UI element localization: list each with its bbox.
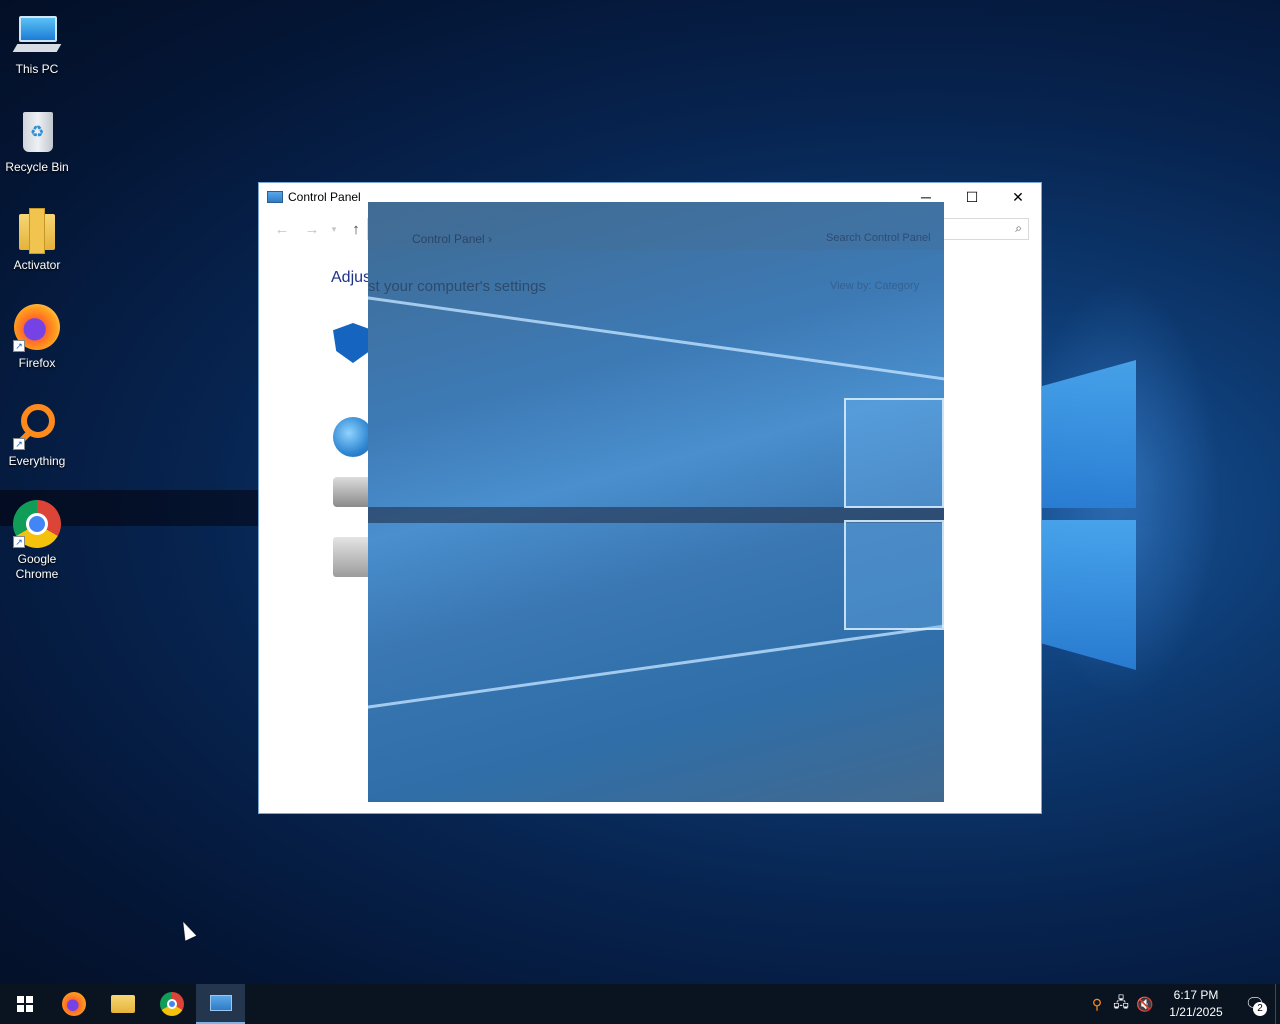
recycle-bin-icon bbox=[13, 108, 61, 156]
system-security-icon[interactable] bbox=[333, 323, 373, 363]
desktop-icon-label: Activator bbox=[13, 258, 61, 272]
desktop-icon-everything[interactable]: ↗ Everything bbox=[0, 398, 74, 496]
back-arrow-icon[interactable]: ← bbox=[267, 221, 297, 238]
shortcut-arrow-icon: ↗ bbox=[13, 438, 25, 450]
shortcut-arrow-icon: ↗ bbox=[13, 536, 25, 548]
page-title: Adjus bbox=[331, 269, 372, 286]
desktop-icon-recycle-bin[interactable]: Recycle Bin bbox=[0, 104, 74, 202]
everything-search-tray-icon[interactable]: ⚲ bbox=[1085, 996, 1109, 1013]
view-by-value: Category bbox=[874, 280, 920, 292]
hardware-sound-icon[interactable] bbox=[333, 477, 373, 507]
chrome-icon: ↗ bbox=[13, 500, 61, 548]
network-internet-icon[interactable] bbox=[333, 417, 373, 457]
desktop-icon-label: Everything bbox=[8, 454, 66, 468]
taskbar-chrome[interactable] bbox=[147, 984, 196, 1024]
maximize-button[interactable]: ☐ bbox=[949, 183, 995, 211]
action-center-button[interactable]: 🗨 2 bbox=[1235, 984, 1275, 1024]
file-explorer-icon bbox=[110, 995, 135, 1013]
recent-locations-icon[interactable]: ▾ bbox=[327, 224, 341, 235]
firefox-icon bbox=[61, 992, 86, 1016]
taskbar: ⚲ 🖧 🔇 6:17 PM 1/21/2025 🗨 2 bbox=[0, 984, 1280, 1024]
close-button[interactable]: ✕ bbox=[995, 183, 1041, 211]
overlay-search-placeholder: Search Control Panel bbox=[826, 232, 931, 244]
windows-logo-wallpaper bbox=[1040, 300, 1140, 680]
taskbar-file-explorer[interactable] bbox=[98, 984, 147, 1024]
taskbar-control-panel[interactable] bbox=[196, 984, 245, 1024]
control-panel-icon bbox=[209, 995, 232, 1011]
overlay-heading: st your computer's settings bbox=[368, 278, 546, 295]
this-pc-icon bbox=[12, 10, 62, 58]
show-desktop-button[interactable] bbox=[1275, 984, 1280, 1024]
mouse-cursor-icon bbox=[177, 919, 197, 941]
desktop-icon-activator[interactable]: Activator bbox=[0, 202, 74, 300]
clock-date: 1/21/2025 bbox=[1169, 1005, 1223, 1019]
desktop-icon-google-chrome[interactable]: ↗ Google Chrome bbox=[0, 496, 74, 594]
control-panel-icon bbox=[267, 191, 283, 203]
desktop-icon-label: Recycle Bin bbox=[5, 160, 69, 174]
system-tray: ⚲ 🖧 🔇 6:17 PM 1/21/2025 🗨 2 bbox=[1085, 984, 1280, 1024]
overlay-breadcrumb: Control Panel › bbox=[412, 232, 493, 246]
taskbar-firefox[interactable] bbox=[49, 984, 98, 1024]
shortcut-arrow-icon: ↗ bbox=[13, 340, 25, 352]
desktop-icon-label: This PC bbox=[15, 62, 59, 76]
programs-icon[interactable] bbox=[333, 537, 373, 577]
view-by-label: View by: bbox=[830, 280, 872, 292]
desktop-icon-this-pc[interactable]: This PC bbox=[0, 6, 74, 104]
search-icon: ⌕ bbox=[1015, 221, 1022, 235]
desktop-icons: This PC Recycle Bin Activator ↗ Firefox … bbox=[0, 6, 74, 594]
folder-icon bbox=[13, 206, 61, 254]
network-icon[interactable]: 🖧 bbox=[1109, 992, 1133, 1016]
chrome-icon bbox=[159, 992, 184, 1016]
start-button[interactable] bbox=[0, 984, 49, 1024]
overlay-view-by: View by: Category bbox=[830, 280, 919, 292]
firefox-icon: ↗ bbox=[13, 304, 61, 352]
clock[interactable]: 6:17 PM 1/21/2025 bbox=[1161, 987, 1231, 1021]
window-title: Control Panel bbox=[288, 190, 361, 204]
everything-search-icon: ↗ bbox=[13, 402, 61, 450]
desktop-icon-label: Google Chrome bbox=[15, 552, 59, 581]
volume-muted-icon[interactable]: 🔇 bbox=[1133, 996, 1157, 1013]
desktop-icon-label: Firefox bbox=[18, 356, 56, 370]
desktop-icon-firefox[interactable]: ↗ Firefox bbox=[0, 300, 74, 398]
windows-start-icon bbox=[16, 996, 33, 1012]
forward-arrow-icon[interactable]: → bbox=[297, 221, 327, 238]
clock-time: 6:17 PM bbox=[1173, 988, 1219, 1002]
notification-count-badge: 2 bbox=[1253, 1002, 1267, 1016]
window-transition-overlay: Control Panel › Search Control Panel st … bbox=[368, 202, 944, 802]
